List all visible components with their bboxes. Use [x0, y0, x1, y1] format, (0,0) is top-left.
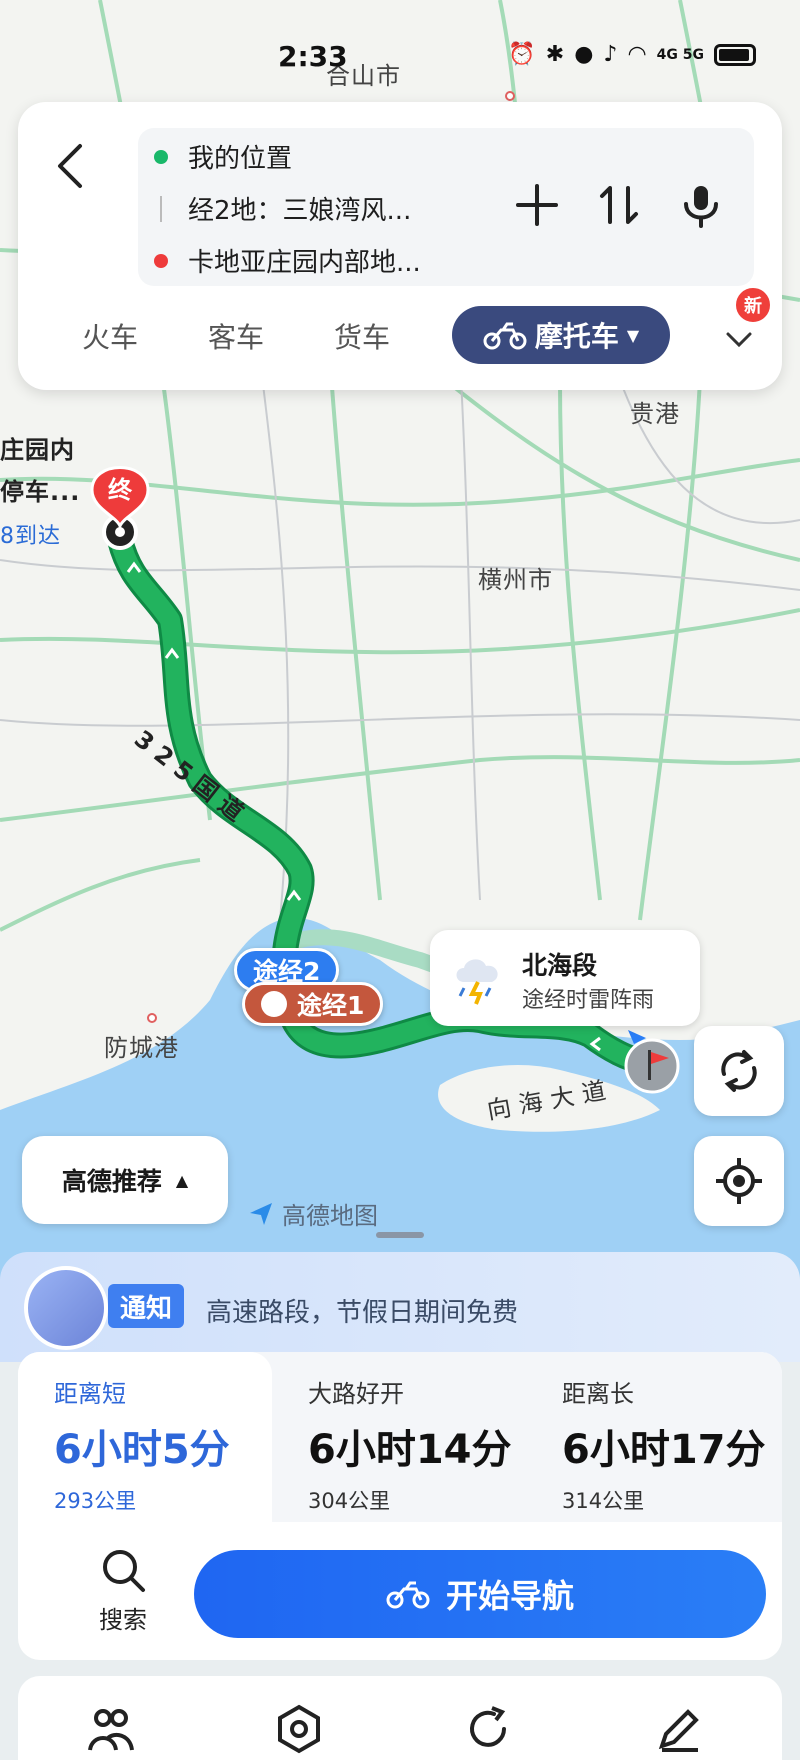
plan-time: 6小时17分 — [562, 1427, 766, 1473]
mic-status-icon: ♪ — [603, 42, 618, 67]
status-icons: ⏰ ✱ ● ♪ ◠ 4G 5G — [508, 42, 756, 67]
tab-motorcycle-label: 摩托车 — [534, 320, 619, 353]
search-icon — [103, 1550, 145, 1592]
chevron-down-icon: ▼ — [626, 325, 640, 345]
tab-truck[interactable]: 货车 — [334, 316, 390, 356]
notice-text: 高速路段，节假日期间免费 — [206, 1298, 519, 1328]
plan-option-main-road[interactable]: 大路好开 6小时14分 304公里 — [272, 1352, 526, 1522]
tab-train[interactable]: 火车 — [82, 316, 138, 356]
edit-icon[interactable] — [654, 1704, 704, 1754]
dest-name-line2: 停车... — [0, 478, 81, 506]
map-label-hengzhou: 横州市 — [478, 566, 553, 594]
dest-eta: 8到达 — [0, 524, 61, 549]
route-preference-label: 高德推荐 — [61, 1167, 162, 1196]
amap-logo-text: 高德地图 — [282, 1202, 378, 1230]
caret-up-icon: ▲ — [175, 1170, 189, 1190]
thunderstorm-icon — [456, 959, 498, 1005]
via-point-1-label: 途经1 — [297, 991, 365, 1020]
bottom-toolbar — [18, 1676, 782, 1760]
amap-logo: 高德地图 — [246, 1196, 378, 1231]
bluetooth-icon: ✱ — [545, 42, 565, 67]
amap-logo-icon — [250, 1202, 272, 1225]
battery-icon — [714, 43, 756, 66]
plan-name: 大路好开 — [308, 1380, 404, 1408]
status-time: 2:33 — [278, 40, 348, 73]
weather-desc: 途经时雷阵雨 — [522, 988, 655, 1013]
sheet-drag-handle[interactable] — [376, 1232, 424, 1238]
destination-dot-icon — [154, 253, 168, 268]
plan-distance: 293公里 — [54, 1489, 137, 1513]
tab-motorcycle[interactable]: 摩托车 ▼ — [452, 306, 670, 364]
route-actions — [514, 182, 724, 228]
refresh-icon — [721, 1050, 757, 1092]
weather-alert-bubble[interactable]: 北海段 途经时雷阵雨 — [430, 930, 700, 1026]
location-icon: ● — [574, 42, 594, 67]
add-stop-icon[interactable] — [514, 182, 560, 228]
plan-distance: 304公里 — [308, 1489, 391, 1513]
transport-mode-tabs: 火车 客车 货车 摩托车 ▼ 新 — [18, 286, 782, 370]
group-travel-icon[interactable] — [86, 1704, 136, 1754]
weather-title: 北海段 — [522, 951, 598, 980]
more-modes-chevron-icon[interactable] — [722, 322, 756, 356]
alarm-icon: ⏰ — [508, 42, 536, 67]
refresh-route-button[interactable] — [694, 1026, 784, 1116]
voice-input-icon[interactable] — [678, 182, 724, 228]
start-navigation-button[interactable]: 开始导航 — [194, 1550, 766, 1638]
destination-row[interactable]: 卡地亚庄园内部地... — [154, 242, 421, 279]
notice-tag: 通知 — [108, 1284, 185, 1328]
plan-option-longest[interactable]: 距离长 6小时17分 314公里 — [526, 1352, 780, 1522]
settings-icon[interactable] — [274, 1704, 324, 1754]
destination-text: 卡地亚庄园内部地... — [188, 248, 421, 278]
back-button[interactable] — [48, 138, 96, 194]
dest-name-line1: 庄园内 — [0, 436, 75, 464]
tab-bus[interactable]: 客车 — [208, 316, 264, 356]
plan-option-shortest[interactable]: 距离短 6小时5分 293公里 — [18, 1352, 272, 1522]
map-label-guigang: 贵港 — [630, 400, 680, 428]
route-plans-sheet: 距离短 6小时5分 293公里 大路好开 6小时14分 304公里 距离长 6小… — [18, 1352, 782, 1660]
share-route-icon[interactable] — [464, 1704, 514, 1754]
plan-name: 距离短 — [54, 1380, 126, 1408]
new-badge: 新 — [734, 286, 772, 324]
back-arrow-icon — [58, 144, 82, 188]
via-connector — [160, 195, 162, 222]
network-label: 4G 5G — [656, 46, 704, 63]
plan-name: 距离长 — [562, 1380, 634, 1408]
plan-time: 6小时5分 — [54, 1427, 230, 1473]
via-1-icon — [261, 991, 287, 1017]
via-text: 经2地：三娘湾风... — [188, 196, 412, 226]
route-preference-button[interactable]: 高德推荐 ▲ — [22, 1136, 228, 1224]
route-planner-card: 我的位置 经2地：三娘湾风... 卡地亚庄园内部地... 火车 客车 货车 摩托… — [18, 102, 782, 390]
via-row[interactable]: 经2地：三娘湾风... — [154, 190, 411, 227]
route-plan-options: 距离短 6小时5分 293公里 大路好开 6小时14分 304公里 距离长 6小… — [18, 1352, 782, 1522]
swap-icon[interactable] — [596, 182, 642, 228]
start-navigation-label: 开始导航 — [445, 1577, 574, 1615]
motorcycle-icon — [386, 1581, 430, 1609]
notice-wallet-icon — [24, 1266, 108, 1350]
motorcycle-icon — [483, 322, 527, 350]
origin-dot-icon — [154, 149, 168, 164]
locate-me-button[interactable] — [694, 1136, 784, 1226]
notice-bar[interactable]: 通知 高速路段，节假日期间免费 — [0, 1252, 800, 1362]
origin-text: 我的位置 — [188, 144, 293, 174]
search-along-route-button[interactable]: 搜索 — [78, 1546, 168, 1635]
plan-distance: 314公里 — [562, 1489, 645, 1513]
via-point-1-pin[interactable]: 途经1 — [242, 982, 384, 1026]
status-bar: 2:33 ⏰ ✱ ● ♪ ◠ 4G 5G — [0, 38, 800, 82]
route-stops-box: 我的位置 经2地：三娘湾风... 卡地亚庄园内部地... — [138, 128, 754, 286]
end-marker-label: 终 — [108, 476, 132, 504]
search-label: 搜索 — [99, 1606, 147, 1634]
crosshair-icon — [716, 1158, 762, 1204]
map-label-fangchenggang: 防城港 — [104, 1034, 179, 1062]
origin-row[interactable]: 我的位置 — [154, 138, 292, 175]
plan-time: 6小时14分 — [308, 1427, 512, 1473]
wifi-icon: ◠ — [627, 42, 647, 67]
